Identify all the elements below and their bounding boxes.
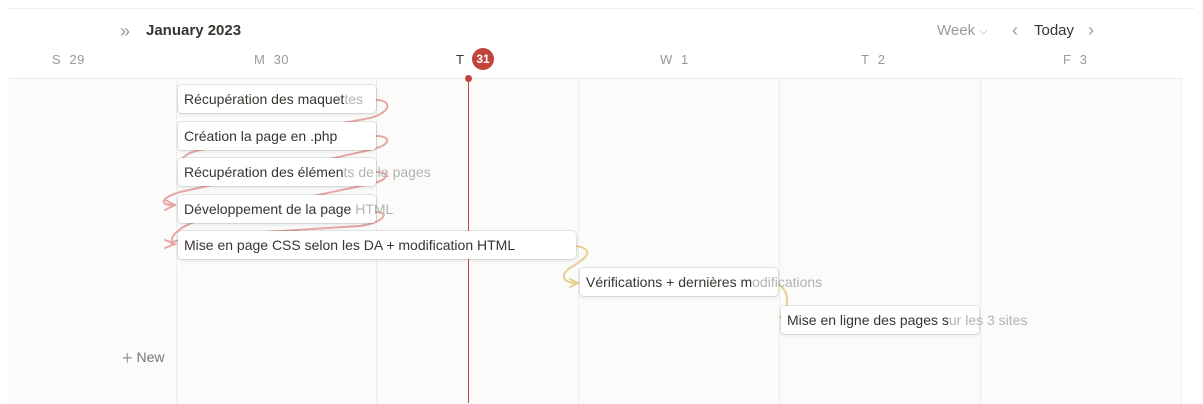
task-title: Mise en ligne des pages s bbox=[787, 312, 949, 328]
calendar-header: » January 2023 Week ⌵ ‹ Today › bbox=[0, 18, 1203, 46]
task-title: Vérifications + dernières m bbox=[586, 274, 753, 290]
view-select-label: Week bbox=[937, 22, 976, 39]
task-title-overflow: HTML bbox=[351, 201, 394, 217]
task-title: Développement de la page bbox=[184, 201, 352, 217]
plus-icon: + bbox=[122, 348, 133, 368]
today-button[interactable]: Today bbox=[1034, 22, 1074, 39]
next-week-icon[interactable]: › bbox=[1088, 20, 1094, 41]
top-divider bbox=[9, 8, 1194, 9]
task-card[interactable]: Développement de la page HTML bbox=[178, 195, 393, 223]
task-title: Récupération des élémen bbox=[184, 164, 344, 180]
day-label-tue: T bbox=[456, 52, 464, 67]
day-label-wed: W 1 bbox=[660, 52, 689, 67]
view-select-week[interactable]: Week ⌵ bbox=[937, 22, 987, 39]
task-title-overflow: odifications bbox=[752, 274, 823, 290]
task-title-overflow: ur les 3 sites bbox=[948, 312, 1028, 328]
task-title: Récupération des maquet bbox=[184, 91, 345, 107]
task-card[interactable]: Récupération des maquettes bbox=[178, 85, 376, 113]
column-divider bbox=[779, 79, 780, 404]
chevron-down-icon: ⌵ bbox=[979, 25, 988, 37]
new-item-button[interactable]: + New bbox=[122, 348, 165, 369]
expand-sidebar-icon[interactable]: » bbox=[120, 20, 130, 42]
task-card[interactable]: Vérifications + dernières modifications bbox=[580, 268, 822, 296]
day-labels-row: S 29 M 30 W 1 T 2 F 3 bbox=[0, 48, 1203, 74]
task-title: Création la page en .php bbox=[184, 128, 338, 144]
column-divider bbox=[176, 79, 177, 404]
task-title-overflow: tes bbox=[344, 91, 364, 107]
today-date-badge: 31 bbox=[472, 48, 494, 70]
day-label-mon: M 30 bbox=[254, 52, 290, 67]
column-divider bbox=[578, 79, 579, 404]
day-label-sun: S 29 bbox=[52, 52, 85, 67]
task-card[interactable]: Mise en ligne des pages sur les 3 sites bbox=[781, 306, 1027, 334]
current-time-dot bbox=[465, 75, 472, 82]
task-title-overflow: ts de la pages bbox=[343, 164, 431, 180]
new-item-label: New bbox=[136, 349, 165, 365]
day-label-thu: T 2 bbox=[861, 52, 886, 67]
day-label-fri: F 3 bbox=[1063, 52, 1088, 67]
task-title: Mise en page CSS selon les DA + modifica… bbox=[184, 237, 516, 253]
previous-week-icon[interactable]: ‹ bbox=[1012, 20, 1018, 41]
task-card[interactable]: Mise en page CSS selon les DA + modifica… bbox=[178, 231, 576, 259]
task-card[interactable]: Création la page en .php bbox=[178, 122, 376, 150]
column-divider bbox=[980, 79, 981, 404]
month-title: January 2023 bbox=[146, 22, 242, 39]
task-card[interactable]: Récupération des éléments de la pages bbox=[178, 158, 431, 186]
column-divider bbox=[1181, 79, 1182, 404]
